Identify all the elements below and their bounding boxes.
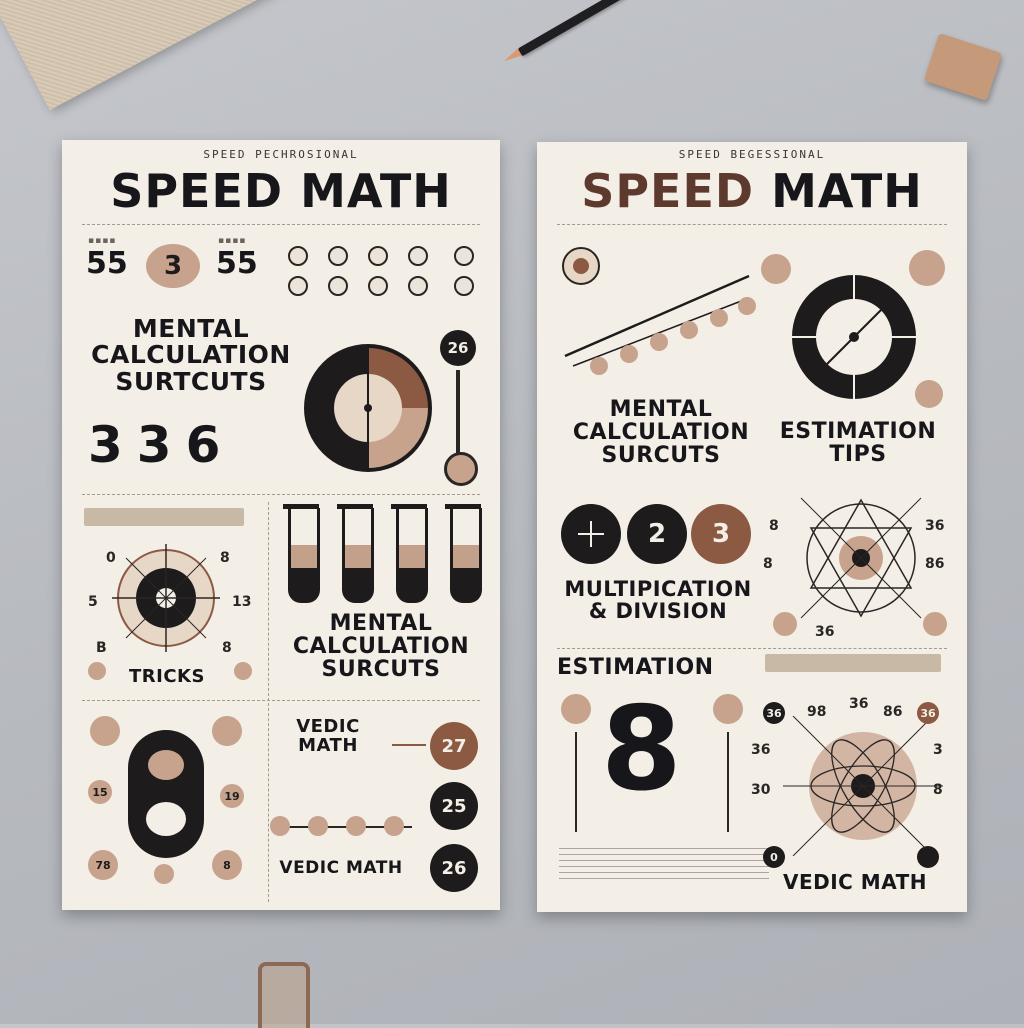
digit-circle-icon (288, 276, 308, 296)
tricks-label: TRICKS (129, 666, 205, 687)
big-eight: 8 (601, 682, 682, 817)
poster-subtitle: SPEED BEGESSIONAL (678, 148, 826, 161)
dial-chart (302, 342, 434, 474)
thermometer-bulb (444, 452, 478, 486)
number-circle: 3 (691, 504, 751, 564)
dot-icon (384, 816, 404, 836)
heading-estimation-tips: ESTIMATION TIPS (779, 419, 937, 468)
thermometer-stem (456, 370, 460, 458)
number-circle (561, 504, 621, 564)
flower-diagram (783, 715, 943, 857)
wheel-diagram (112, 544, 220, 652)
dot-icon (270, 816, 290, 836)
dot-icon (88, 662, 106, 680)
heading-estimation: ESTIMATION (557, 655, 714, 680)
dot-icon (915, 380, 943, 408)
digit-circle-icon (368, 276, 388, 296)
guide-line (575, 732, 577, 832)
number-card: ▪▪▪▪ 55 (86, 236, 128, 281)
dot-icon (561, 694, 591, 724)
guide-line (727, 732, 729, 832)
number-chip: 3 (146, 244, 200, 288)
digit-circle-icon (328, 246, 348, 266)
dot-icon (761, 254, 791, 284)
label-strip (765, 654, 941, 672)
poster-left: SPEED PECHROSIONAL SPEED MATH ▪▪▪▪ 55 3 … (62, 140, 500, 910)
divider (82, 494, 480, 495)
poster-subtitle: SPEED PECHROSIONAL (203, 148, 359, 161)
number-circle: 2 (627, 504, 687, 564)
growth-diagram (559, 238, 759, 388)
digit-circle-icon (288, 246, 308, 266)
divider (82, 224, 480, 225)
heading-multiplication-division: MULTIPICATION & DIVISION (564, 577, 752, 624)
heading-vedic-math: VEDIC MATH (296, 716, 360, 756)
label-strip (84, 508, 244, 526)
binder-clip-bottom (258, 962, 310, 1028)
digit-circle-icon (454, 246, 474, 266)
divider (82, 700, 480, 701)
clock-dial (789, 272, 919, 402)
fine-print (559, 848, 769, 882)
star-diagram (781, 478, 941, 638)
test-tube-icon (337, 504, 374, 603)
vedic-footer: VEDIC MATH (279, 858, 403, 878)
number-card: ▪▪▪▪ 55 (216, 236, 258, 281)
dot-icon (917, 846, 939, 868)
digit-circle-icon (368, 246, 388, 266)
big-number-row: 336 (88, 416, 235, 474)
dot-icon (923, 612, 947, 636)
vedic-badge: 26 (430, 844, 478, 892)
vedic-footer: VEDIC MATH (782, 870, 928, 894)
digit-circle-icon (328, 276, 348, 296)
divider (557, 648, 947, 649)
vedic-badge: 25 (430, 782, 478, 830)
test-tube-icon (283, 504, 320, 603)
digit-circle-icon (408, 276, 428, 296)
arrow (392, 744, 426, 746)
pencil (517, 0, 731, 57)
poster-title: SPEED MATH (110, 164, 452, 218)
divider-vertical (268, 502, 269, 902)
test-tube-icon (391, 504, 428, 603)
digit-circle-icon (454, 276, 474, 296)
dot-icon (154, 864, 174, 884)
divider (557, 224, 947, 225)
digit-circle-icon (408, 246, 428, 266)
big-eight-icon (128, 730, 204, 858)
heading-mental-calculation: MENTAL CALCULATION SURCUTS (572, 397, 750, 469)
dot-icon (773, 612, 797, 636)
heading-mental-calculation: MENTAL CALCULATION SURTCUTS (91, 314, 291, 396)
heading-mental-calculation-2: MENTAL CALCULATION SURCUTS (292, 611, 470, 683)
dot-icon (308, 816, 328, 836)
dot-icon (234, 662, 252, 680)
dot-icon (346, 816, 366, 836)
dot-icon (90, 716, 120, 746)
poster-title: SPEED MATH (581, 164, 923, 218)
vedic-badge: 27 (430, 722, 478, 770)
poster-right: SPEED BEGESSIONAL SPEED MATH MENTAL CALC… (537, 142, 967, 912)
dial-badge: 26 (440, 330, 476, 366)
fabric-swatch (0, 0, 280, 111)
dot-icon (713, 694, 743, 724)
binder-clip (923, 33, 1003, 101)
dot-icon (909, 250, 945, 286)
test-tube-icon (445, 504, 482, 603)
dot-icon (212, 716, 242, 746)
